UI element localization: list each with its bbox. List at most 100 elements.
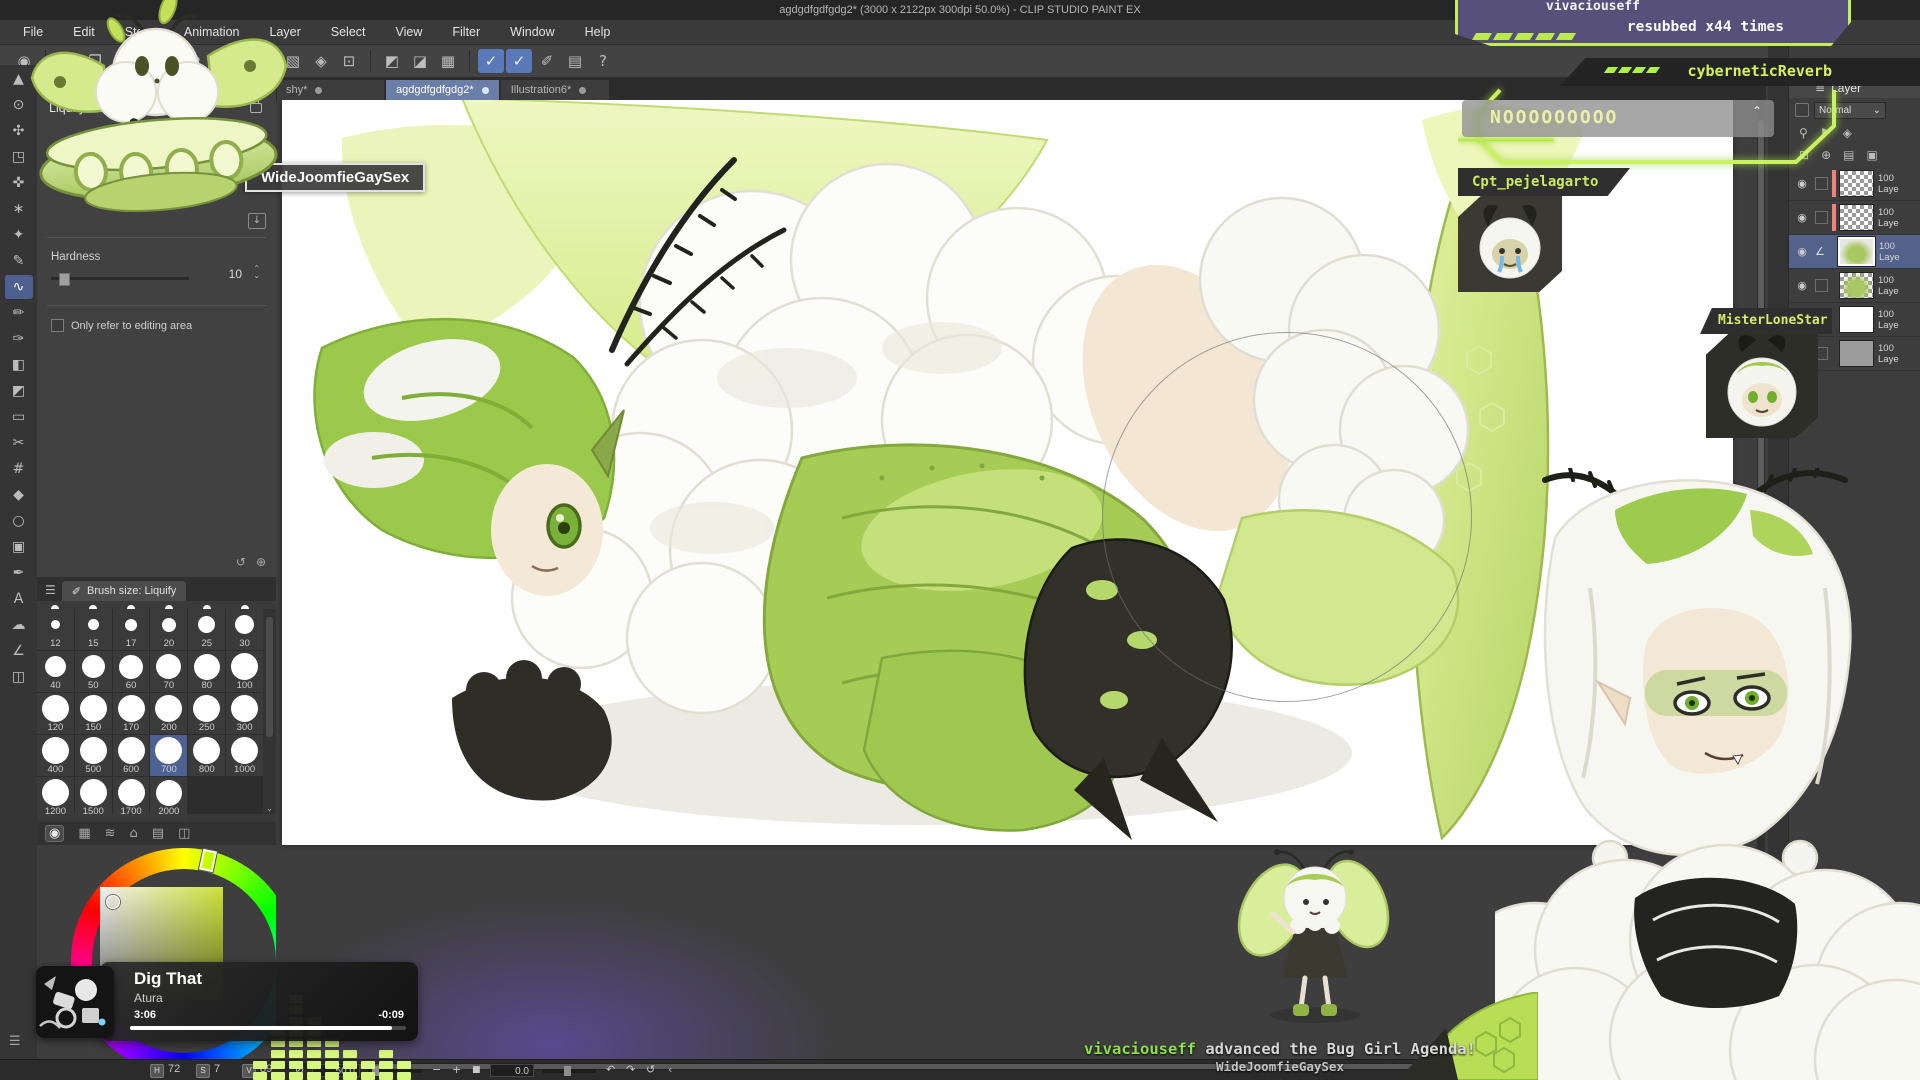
brush-size-1700[interactable]: 1700 [113,777,150,818]
material-tool[interactable]: ◫ [5,665,33,689]
hardness-value[interactable]: 10 [229,267,242,281]
color-slider-icon[interactable]: ▦ [78,826,90,841]
brush-size-80[interactable]: 80 [188,651,225,692]
brush-size-2000[interactable]: 2000 [150,777,187,818]
brush-size-tab[interactable]: ✐ Brush size: Liquify [62,581,186,601]
hardness-stepper[interactable]: ⌃⌄ [253,265,260,279]
layer-visibility-eye-icon[interactable]: ◉ [1789,279,1815,292]
transfer-to-layer-icon[interactable]: ▣ [1866,148,1877,162]
brush-size-300[interactable]: 300 [226,693,263,734]
tab-close-icon[interactable] [579,87,586,94]
brush-size-15[interactable]: 15 [75,609,112,650]
download-preset-icon[interactable]: ↓ [248,213,266,229]
snap-to-ruler-icon[interactable]: ✓ [478,49,504,73]
material-panel-icon[interactable]: ▤ [562,49,588,73]
brush-size-120[interactable]: 120 [37,693,74,734]
rotate-slider[interactable] [542,1069,596,1073]
reset-rotation-icon[interactable]: ↺ [646,1063,655,1076]
snap-to-grid-icon[interactable]: ✐ [534,49,560,73]
toolstrip-menu-icon[interactable]: ☰ [9,1034,21,1049]
tab-close-icon[interactable] [315,87,322,94]
brush-size-12[interactable]: 12 [37,609,74,650]
marquee-tool[interactable]: ▭ [5,405,33,429]
brush-size-17[interactable]: 17 [113,609,150,650]
selection-border-icon[interactable]: ▦ [435,49,461,73]
color-set-icon[interactable]: ⌂ [130,826,138,841]
help-icon[interactable]: ? [590,49,616,73]
brush-size-700[interactable]: 700 [150,735,187,776]
pen-tool[interactable]: ✎ [5,249,33,273]
brush-size-250[interactable]: 250 [188,693,225,734]
chevron-up-icon[interactable]: ⌃ [1752,104,1762,118]
brush-size-400[interactable]: 400 [37,735,74,776]
frame-border-tool[interactable]: ▣ [5,535,33,559]
object-tool[interactable]: ◳ [5,145,33,169]
layer-thumbnail[interactable] [1839,170,1874,197]
auto-select-tool[interactable]: ✦ [5,223,33,247]
layer-thumbnail[interactable] [1839,306,1874,333]
layer-checkbox[interactable] [1815,279,1828,292]
sv-selector[interactable] [106,895,120,909]
brush-size-30[interactable]: 30 [226,609,263,650]
layer-row[interactable]: ◉100Laye [1789,201,1920,235]
scroll-down-icon[interactable]: ⌄ [263,804,276,814]
document-tab[interactable]: agdgdfgdfgdg2* [386,80,499,100]
brush-size-100[interactable]: 100 [226,651,263,692]
canvas-vertical-scrollbar[interactable] [1757,100,1765,1059]
brush-size-500[interactable]: 500 [75,735,112,776]
fit-to-screen-icon[interactable]: ■ [472,1065,481,1075]
select-area-tool[interactable]: ∗ [5,197,33,221]
new-folder-icon[interactable]: ▤ [1843,148,1854,162]
selection-outside-icon[interactable]: ◪ [407,49,433,73]
brush-size-40[interactable]: 40 [37,651,74,692]
layer-thumbnail[interactable] [1839,272,1874,299]
rotate-right-icon[interactable]: ↷ [626,1063,635,1076]
brush-size-1200[interactable]: 1200 [37,777,74,818]
brush-size-20[interactable]: 20 [150,609,187,650]
reset-tool-icon[interactable]: ↺ [236,555,246,569]
snap-to-special-ruler-icon[interactable]: ✓ [506,49,532,73]
menu-animation[interactable]: Animation [169,20,255,45]
brush-size-150[interactable]: 150 [75,693,112,734]
color-wheel-icon[interactable]: ◉ [45,825,64,842]
gradient-tool[interactable]: ◩ [5,379,33,403]
pencil-tool[interactable]: ✏ [5,301,33,325]
menu-file[interactable]: File [8,20,58,45]
palette-color-swatch[interactable] [1795,103,1809,117]
menu-select[interactable]: Select [316,20,381,45]
tab-close-icon[interactable] [482,87,489,94]
brush-size-200[interactable]: 200 [150,693,187,734]
selection-launcher-icon[interactable]: ◩ [379,49,405,73]
text-tool[interactable]: A [5,587,33,611]
figure-tool[interactable]: ◆ [5,483,33,507]
new-correction-layer-icon[interactable]: ⊕ [1821,148,1831,162]
deco-tool[interactable]: ✒ [5,561,33,585]
brush-size-60[interactable]: 60 [113,651,150,692]
new-raster-layer-icon[interactable]: ⊞ [1799,148,1809,162]
hardness-slider[interactable] [51,277,189,280]
lock-layer-icon[interactable]: ◈ [1843,126,1852,140]
blend-mode-dropdown[interactable]: Normal⌄ [1814,102,1886,119]
register-tool-icon[interactable]: ⊕ [256,555,266,569]
brush-size-70[interactable]: 70 [150,651,187,692]
menu-edit[interactable]: Edit [58,20,110,45]
zoom-out-icon[interactable]: − [432,1063,441,1076]
menu-view[interactable]: View [381,20,438,45]
move-layer-tool[interactable]: ✜ [5,171,33,195]
brush-grid-scrollbar[interactable]: ⌄ [263,609,276,814]
menu-layer[interactable]: Layer [254,20,315,45]
approx-color-icon[interactable]: ≋ [105,826,116,841]
balloon-tool[interactable]: ☁ [5,613,33,637]
document-tab[interactable]: Illustration6* [501,80,609,100]
brush-size-50[interactable]: 50 [75,651,112,692]
invert-selection-icon[interactable]: ◈ [308,49,334,73]
brush-size-170[interactable]: 170 [113,693,150,734]
correct-line-tool[interactable]: ∠ [5,639,33,663]
zoom-in-icon[interactable]: + [452,1063,461,1076]
layer-checkbox[interactable] [1815,177,1828,190]
ellipse-tool[interactable]: ○ [5,509,33,533]
brush-size-600[interactable]: 600 [113,735,150,776]
fill-tool[interactable]: ◧ [5,353,33,377]
rotate-left-icon[interactable]: ↶ [606,1063,615,1076]
color-history-icon[interactable]: ◫ [178,826,190,841]
